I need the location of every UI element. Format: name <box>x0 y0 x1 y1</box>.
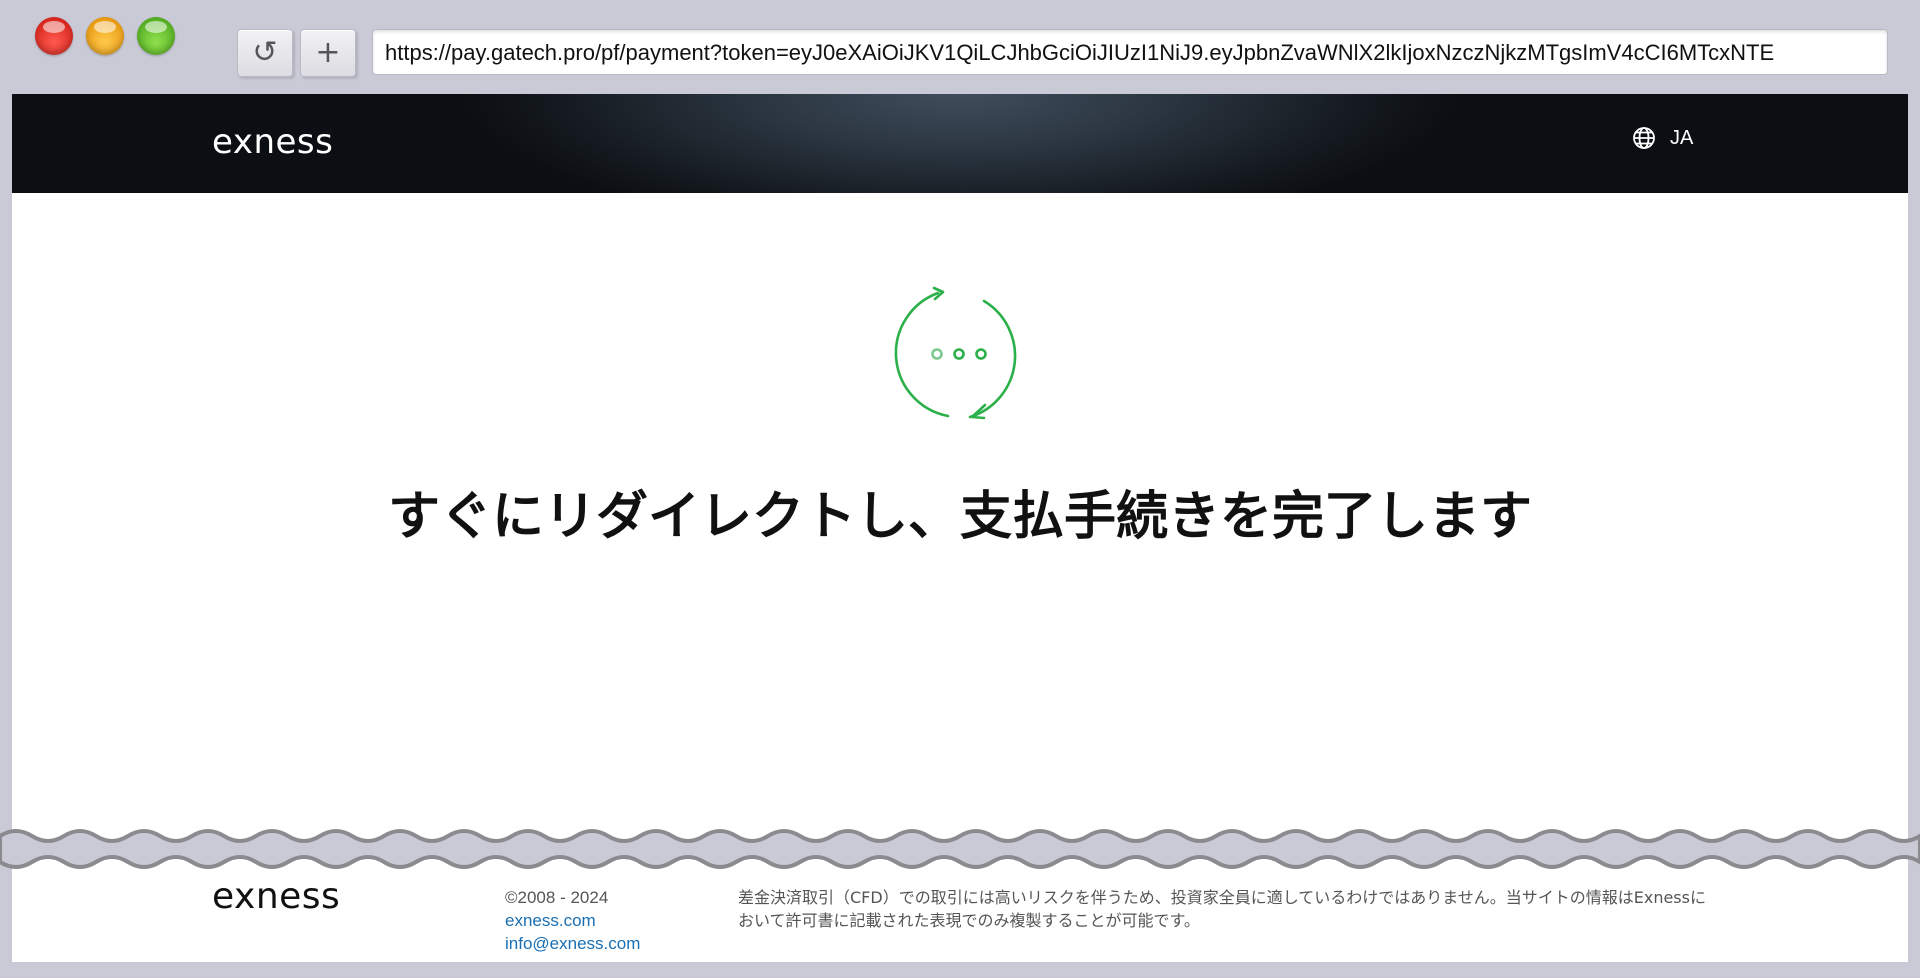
maximize-window-button[interactable] <box>137 17 175 55</box>
site-footer: exness ©2008 - 2024 exness.com info@exne… <box>0 876 1920 962</box>
site-link[interactable]: exness.com <box>505 909 640 932</box>
risk-disclaimer: 差金決済取引（CFD）での取引には高いリスクを伴うため、投資家全員に適しているわ… <box>738 888 1706 930</box>
reload-button[interactable]: ↺ <box>237 29 293 77</box>
language-switcher[interactable]: JA <box>1632 126 1693 150</box>
minimize-window-button[interactable] <box>86 17 124 55</box>
footer-logo[interactable]: exness <box>212 876 340 917</box>
reload-icon: ↺ <box>252 35 278 70</box>
language-label: JA <box>1670 126 1694 149</box>
globe-icon <box>1633 127 1655 149</box>
new-tab-button[interactable]: + <box>300 29 356 77</box>
redirect-message: すぐにリダイレクトし、支払手続きを完了します <box>387 487 1532 547</box>
header-logo[interactable]: exness <box>212 122 333 162</box>
plus-icon: + <box>315 35 341 70</box>
address-bar[interactable]: https://pay.gatech.pro/pf/payment?token=… <box>372 29 1888 75</box>
footer-meta: ©2008 - 2024 exness.com info@exness.com <box>505 886 640 955</box>
url-text: https://pay.gatech.pro/pf/payment?token=… <box>385 40 1775 65</box>
email-link[interactable]: info@exness.com <box>505 932 640 955</box>
torn-edge-divider <box>0 829 1920 869</box>
copyright-text: ©2008 - 2024 <box>505 888 609 907</box>
close-window-button[interactable] <box>35 17 73 55</box>
redirect-spinner-icon <box>894 286 1017 420</box>
browser-chrome: ↺ + https://pay.gatech.pro/pf/payment?to… <box>0 0 1920 94</box>
site-header: exness JA <box>12 94 1908 193</box>
